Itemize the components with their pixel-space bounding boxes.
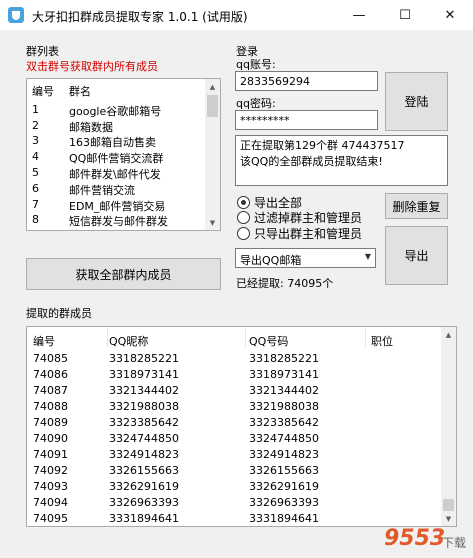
member-row[interactable]: 74092 3326155663 3326155663	[27, 464, 443, 480]
app-icon	[8, 7, 24, 23]
close-button[interactable]: ✕	[427, 0, 473, 30]
radio-selected-icon	[237, 196, 250, 209]
group-row[interactable]: 6 邮件营销交流	[27, 182, 207, 197]
group-row[interactable]: 5 邮件群发\邮件代发	[27, 166, 207, 181]
member-row[interactable]: 74086 3318973141 3318973141	[27, 368, 443, 384]
group-col-number-header[interactable]: 编号	[32, 83, 54, 99]
password-label: qq密码:	[236, 97, 276, 110]
member-row[interactable]: 74091 3324914823 3324914823	[27, 448, 443, 464]
extracted-count: 已经提取: 74095个	[236, 277, 334, 290]
dedupe-button[interactable]: 删除重复	[385, 193, 448, 219]
members-col-qq-header[interactable]: QQ号码	[249, 333, 288, 349]
watermark-subtext: 下载	[442, 536, 467, 550]
account-input[interactable]: 2833569294	[235, 71, 378, 91]
export-type-select[interactable]: 导出QQ邮箱 ▼	[235, 248, 376, 268]
group-list-hint: 双击群号获取群内所有成员	[26, 60, 158, 73]
member-row[interactable]: 74090 3324744850 3324744850	[27, 432, 443, 448]
scroll-down-icon[interactable]: ▼	[205, 215, 220, 230]
group-row[interactable]: 8 短信群发与邮件群发	[27, 213, 207, 228]
account-label: qq账号:	[236, 58, 276, 71]
password-input[interactable]: *********	[235, 110, 378, 130]
member-row[interactable]: 74085 3318285221 3318285221	[27, 352, 443, 368]
members-col-number-header[interactable]: 编号	[33, 333, 55, 349]
group-list-scrollbar[interactable]: ▲ ▼	[205, 79, 220, 230]
radio-only-admins[interactable]: 只导出群主和管理员	[237, 225, 362, 242]
scroll-up-icon[interactable]: ▲	[205, 79, 220, 94]
watermark: 9553 下载	[384, 526, 470, 556]
group-row[interactable]: 3 163邮箱自动售卖	[27, 134, 207, 149]
title-bar[interactable]: 大牙扣扣群成员提取专家 1.0.1 (试用版) — ☐ ✕	[0, 0, 473, 30]
member-row[interactable]: 74093 3326291619 3326291619	[27, 480, 443, 496]
member-row[interactable]: 74087 3321344402 3321344402	[27, 384, 443, 400]
scroll-down-icon[interactable]: ▼	[441, 511, 456, 526]
status-log[interactable]	[235, 135, 448, 186]
members-scrollbar[interactable]: ▲ ▼	[441, 327, 456, 526]
member-row[interactable]: 74095 3331894641 3331894641	[27, 512, 443, 526]
group-listbox[interactable]: 编号 群名 1 google谷歌邮箱号 2 邮箱数据 3 163邮箱自动售卖 4 QQ邮…	[26, 78, 221, 231]
radio-unselected-icon	[237, 227, 250, 240]
watermark-number: 9553	[384, 526, 446, 551]
fetch-all-members-button[interactable]: 获取全部群内成员	[26, 258, 221, 290]
group-row[interactable]: 2 邮箱数据	[27, 119, 207, 134]
members-col-nick-header[interactable]: QQ昵称	[109, 333, 148, 349]
export-button[interactable]: 导出	[385, 226, 448, 285]
group-list-title: 群列表	[26, 45, 59, 58]
scroll-up-icon[interactable]: ▲	[441, 327, 456, 342]
group-row[interactable]: 7 EDM_邮件营销交易	[27, 198, 207, 213]
member-row[interactable]: 74094 3326963393 3326963393	[27, 496, 443, 512]
members-table[interactable]: 编号 QQ昵称 QQ号码 职位 74085 3318285221 331828522…	[26, 326, 457, 527]
radio-unselected-icon	[237, 211, 250, 224]
chevron-down-icon: ▼	[364, 252, 371, 261]
scroll-thumb[interactable]	[443, 499, 454, 511]
group-col-name-header[interactable]: 群名	[69, 83, 91, 99]
scroll-thumb[interactable]	[207, 95, 218, 117]
members-section-title: 提取的群成员	[26, 307, 92, 320]
maximize-button[interactable]: ☐	[382, 0, 428, 30]
minimize-button[interactable]: —	[336, 0, 382, 30]
group-row[interactable]: 1 google谷歌邮箱号	[27, 103, 207, 118]
radio-filter-admins[interactable]: 过滤掉群主和管理员	[237, 209, 362, 226]
member-row[interactable]: 74089 3323385642 3323385642	[27, 416, 443, 432]
members-col-role-header[interactable]: 职位	[371, 333, 393, 349]
member-row[interactable]: 74088 3321988038 3321988038	[27, 400, 443, 416]
group-row[interactable]: 4 QQ邮件营销交流群	[27, 150, 207, 165]
window-title: 大牙扣扣群成员提取专家 1.0.1 (试用版)	[32, 10, 248, 24]
login-button[interactable]: 登陆	[385, 72, 448, 131]
